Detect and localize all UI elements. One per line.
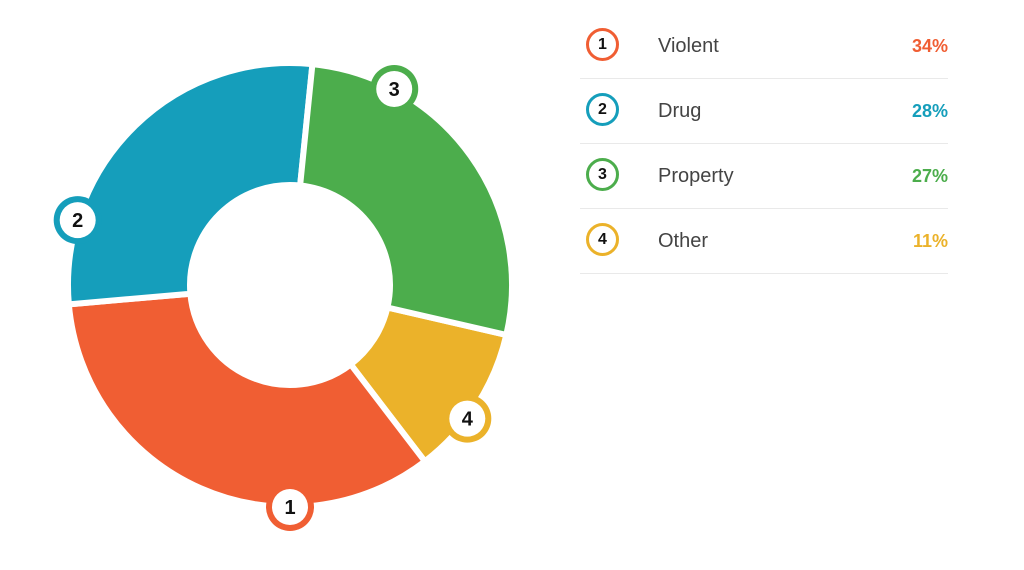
legend-label-property: Property — [658, 165, 734, 187]
legend-badge-1: 1 — [586, 28, 619, 61]
legend-label-violent: Violent — [658, 35, 719, 57]
slice-badge-3: 3 — [370, 64, 419, 113]
legend-item-violent: 1 Violent 34% — [580, 14, 948, 79]
slice-badge-label: 2 — [72, 210, 83, 232]
legend-item-drug: 2 Drug 28% — [580, 79, 948, 144]
legend-label-other: Other — [658, 230, 709, 252]
legend-value-other: 11% — [912, 231, 948, 251]
slice-badge-label: 3 — [389, 79, 400, 101]
donut-chart-svg: 4 1 2 3 — [53, 60, 515, 531]
slice-badge-label: 4 — [462, 409, 474, 431]
donut-chart: 4 1 2 3 — [0, 0, 580, 570]
slice-badge-4: 4 — [443, 394, 492, 443]
legend-item-property: 3 Property 27% — [580, 144, 948, 209]
legend-badge-2: 2 — [586, 93, 619, 126]
slice-drug — [65, 60, 316, 308]
slice-violent — [65, 290, 430, 510]
legend: 1 Violent 34% 2 Drug 28% 3 Property 27% … — [580, 14, 948, 274]
legend-value-property: 27% — [911, 166, 948, 186]
legend-badge-3: 3 — [586, 158, 619, 191]
legend-value-drug: 28% — [911, 101, 948, 121]
legend-value-violent: 34% — [911, 36, 948, 56]
slice-badge-label: 1 — [284, 497, 295, 519]
legend-item-other: 4 Other 11% — [580, 209, 948, 274]
slice-badge-1: 1 — [266, 483, 314, 531]
legend-label-drug: Drug — [658, 100, 702, 122]
legend-badge-4: 4 — [586, 223, 619, 256]
slice-badge-2: 2 — [53, 196, 102, 245]
